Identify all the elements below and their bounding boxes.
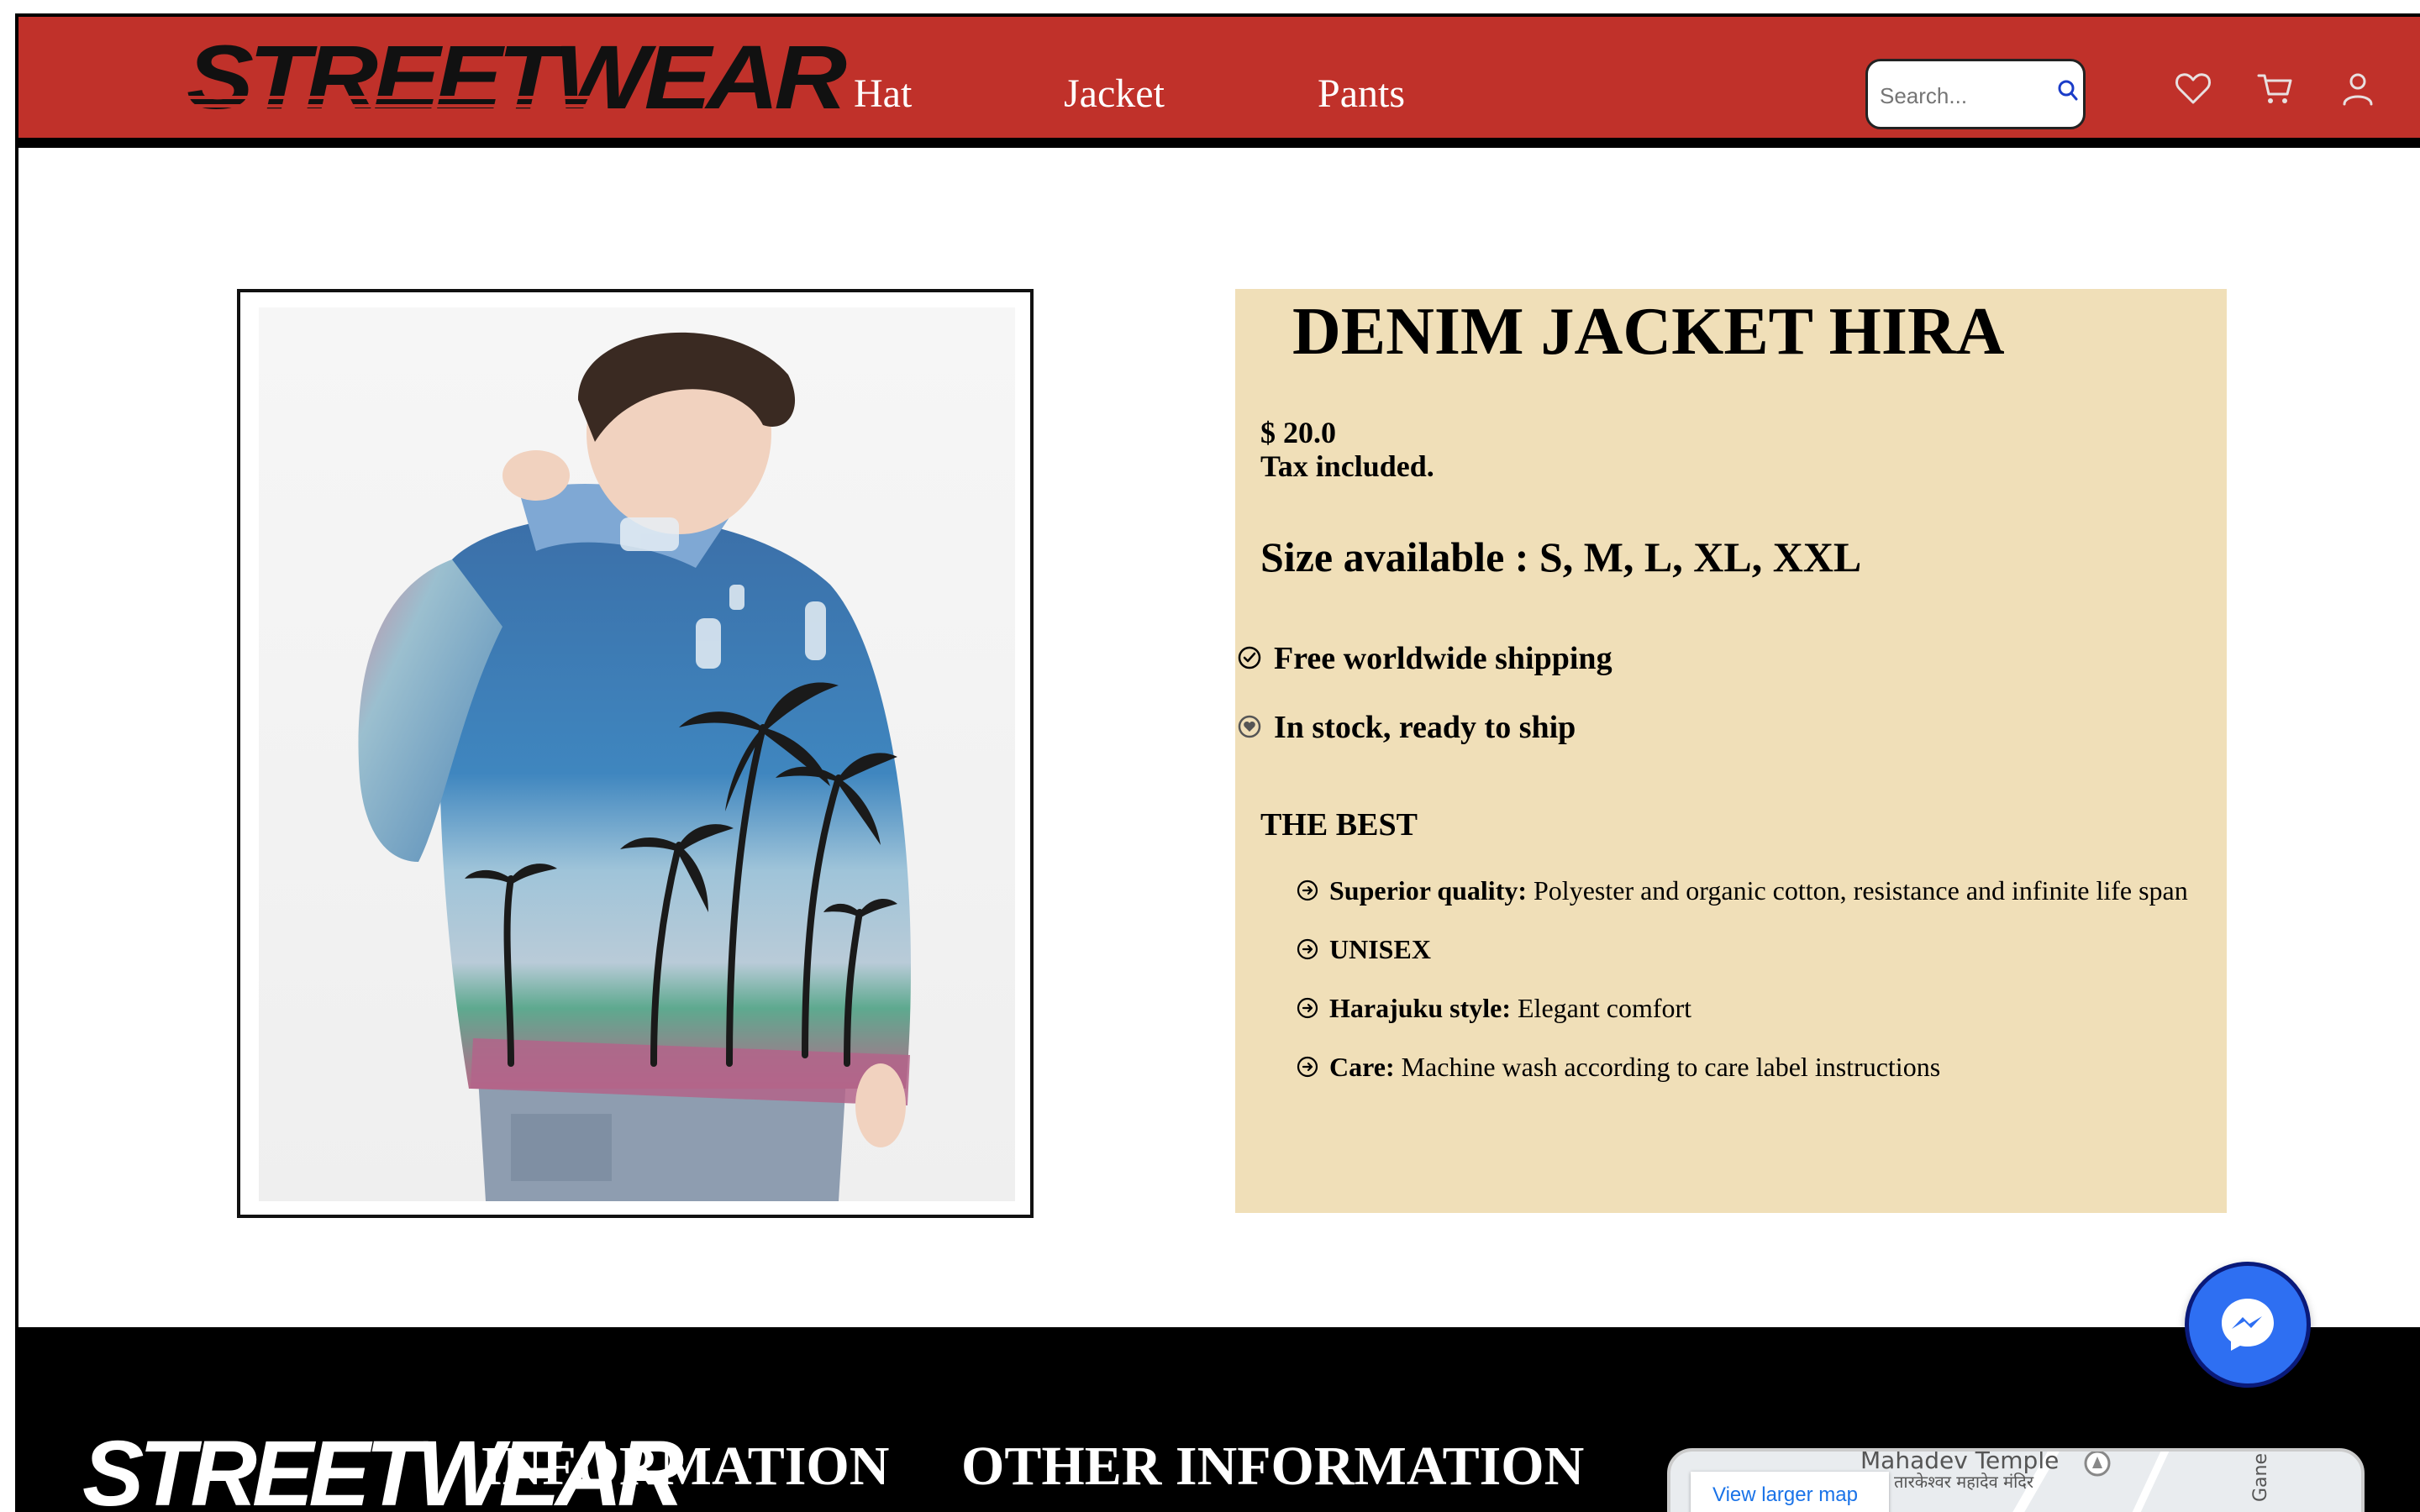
- brand-logo[interactable]: STREETWEAR: [187, 32, 847, 134]
- footer-heading-other-information: OTHER INFORMATION: [961, 1436, 1585, 1497]
- logo-stripes: [187, 96, 607, 129]
- bullet-care-label: Care:: [1329, 1052, 1395, 1082]
- bullet-style-text: Harajuku style: Elegant comfort: [1329, 993, 1691, 1024]
- bullet-unisex-label: UNISEX: [1329, 934, 1431, 964]
- arrow-circle-icon: [1297, 1056, 1318, 1078]
- map-side-label: Gane: [2250, 1452, 2271, 1502]
- bullet-care-desc: Machine wash according to care label ins…: [1401, 1052, 1941, 1082]
- nav-hat[interactable]: Hat: [854, 71, 912, 117]
- heart-circle-icon: [1238, 715, 1261, 738]
- bullet-style-desc: Elegant comfort: [1518, 993, 1692, 1023]
- window-top-edge: [0, 0, 2420, 13]
- feature-stock-text: In stock, ready to ship: [1274, 710, 1576, 745]
- bullet-unisex-text: UNISEX: [1329, 934, 1431, 965]
- product-title: DENIM JACKET HIRA: [1292, 295, 2005, 369]
- site-header: STREETWEAR Hat Jacket Pants: [15, 13, 2420, 148]
- product-image[interactable]: [259, 307, 1015, 1201]
- arrow-circle-icon: [1297, 879, 1318, 901]
- product-details-panel: DENIM JACKET HIRA $ 20.0 Tax included. S…: [1235, 289, 2227, 1213]
- product-price: $ 20.0: [1260, 416, 1336, 449]
- nav-jacket[interactable]: Jacket: [1064, 71, 1165, 117]
- search-input[interactable]: [1880, 78, 2048, 113]
- messenger-chat-button[interactable]: [2185, 1262, 2311, 1388]
- best-heading: THE BEST: [1260, 807, 1418, 843]
- bullet-quality-desc: Polyester and organic cotton, resistance…: [1534, 875, 2188, 906]
- product-image-frame: [237, 289, 1034, 1218]
- map-link-box: View larger map: [1691, 1472, 1889, 1512]
- bullet-quality-label: Superior quality:: [1329, 875, 1527, 906]
- heart-icon[interactable]: [2173, 69, 2213, 109]
- view-larger-map-link[interactable]: View larger map: [1712, 1483, 1858, 1507]
- cart-icon[interactable]: [2255, 69, 2296, 109]
- footer-heading-information: INFORMATION: [481, 1436, 890, 1497]
- search-box: [1865, 59, 2086, 129]
- map-place-local-label: तारकेश्वर महादेव मंदिर: [1894, 1472, 2034, 1492]
- arrow-circle-icon: [1297, 938, 1318, 960]
- nav-pants[interactable]: Pants: [1318, 71, 1405, 117]
- arrow-circle-icon: [1297, 997, 1318, 1019]
- denim-jacket-illustration: [358, 332, 911, 1201]
- bullet-style-label: Harajuku style:: [1329, 993, 1511, 1023]
- map-road: [2121, 1452, 2170, 1512]
- bullet-quality-text: Superior quality: Polyester and organic …: [1329, 875, 2188, 906]
- check-circle-icon: [1238, 646, 1261, 669]
- tax-note: Tax included.: [1260, 449, 1434, 483]
- size-availability: Size available : S, M, L, XL, XXL: [1260, 533, 1862, 580]
- site-footer: STREETWEAR INFORMATION OTHER INFORMATION…: [15, 1327, 2420, 1512]
- map-temple-icon: [2084, 1452, 2111, 1477]
- messenger-icon: [2222, 1299, 2274, 1351]
- embedded-map[interactable]: Mahadev Temple तारकेश्वर महादेव मंदिर Ga…: [1667, 1448, 2365, 1512]
- feature-shipping-text: Free worldwide shipping: [1274, 641, 1612, 676]
- user-icon[interactable]: [2338, 69, 2378, 109]
- search-icon[interactable]: [2054, 78, 2081, 105]
- bullet-care-text: Care: Machine wash according to care lab…: [1329, 1052, 1940, 1083]
